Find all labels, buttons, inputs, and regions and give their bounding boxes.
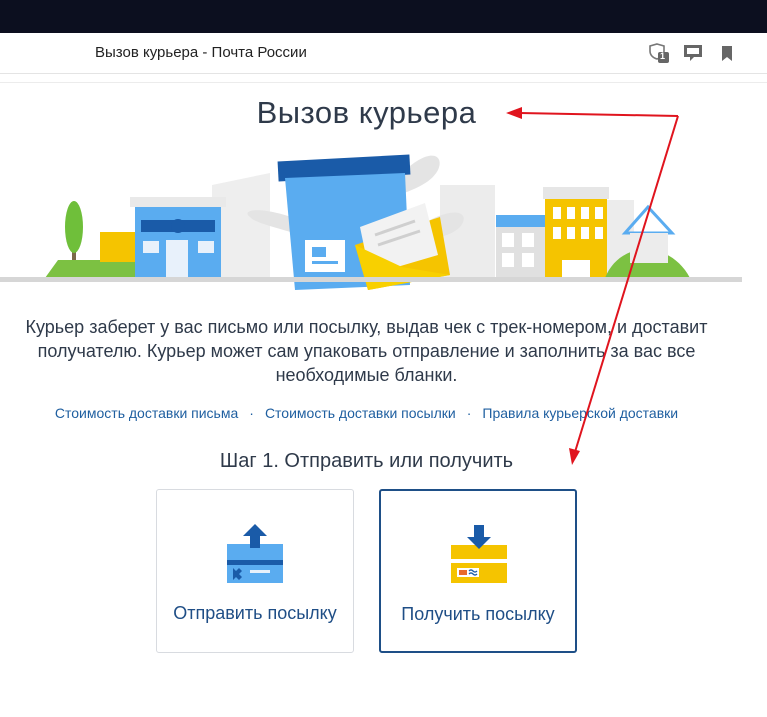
page-tab-title: Вызов курьера - Почта России (95, 44, 307, 61)
browser-toolbar: Вызов курьера - Почта России 1 (0, 33, 767, 74)
receive-parcel-icon (451, 525, 507, 583)
bookmark-icon[interactable] (716, 42, 738, 64)
step-title: Шаг 1. Отправить или получить (219, 450, 514, 472)
page-title: Вызов курьера (256, 95, 477, 130)
divider (0, 82, 767, 83)
receive-parcel-option[interactable]: Получить посылку (379, 489, 577, 653)
shield-counter-icon[interactable]: 1 (648, 42, 670, 64)
link-separator: · (249, 405, 254, 421)
send-parcel-option[interactable]: Отправить посылку (156, 489, 354, 653)
receive-parcel-label: Получить посылку (401, 604, 555, 624)
courier-hero-illustration (0, 154, 742, 290)
link-letter-delivery-cost[interactable]: Стоимость доставки письма (55, 405, 238, 421)
service-description: Курьер заберет у вас письмо или посылку,… (25, 317, 708, 385)
shield-counter-badge: 1 (660, 51, 666, 61)
send-parcel-label: Отправить посылку (173, 603, 337, 623)
link-separator: · (466, 405, 472, 421)
send-parcel-icon (227, 524, 283, 583)
info-links: Стоимость доставки письма · Стоимость дост… (0, 405, 733, 421)
window-top-bar (0, 0, 767, 33)
link-courier-rules[interactable]: Правила курьерской доставки (482, 405, 678, 421)
link-parcel-delivery-cost[interactable]: Стоимость доставки посылки (265, 405, 456, 421)
chat-icon[interactable] (682, 42, 704, 64)
